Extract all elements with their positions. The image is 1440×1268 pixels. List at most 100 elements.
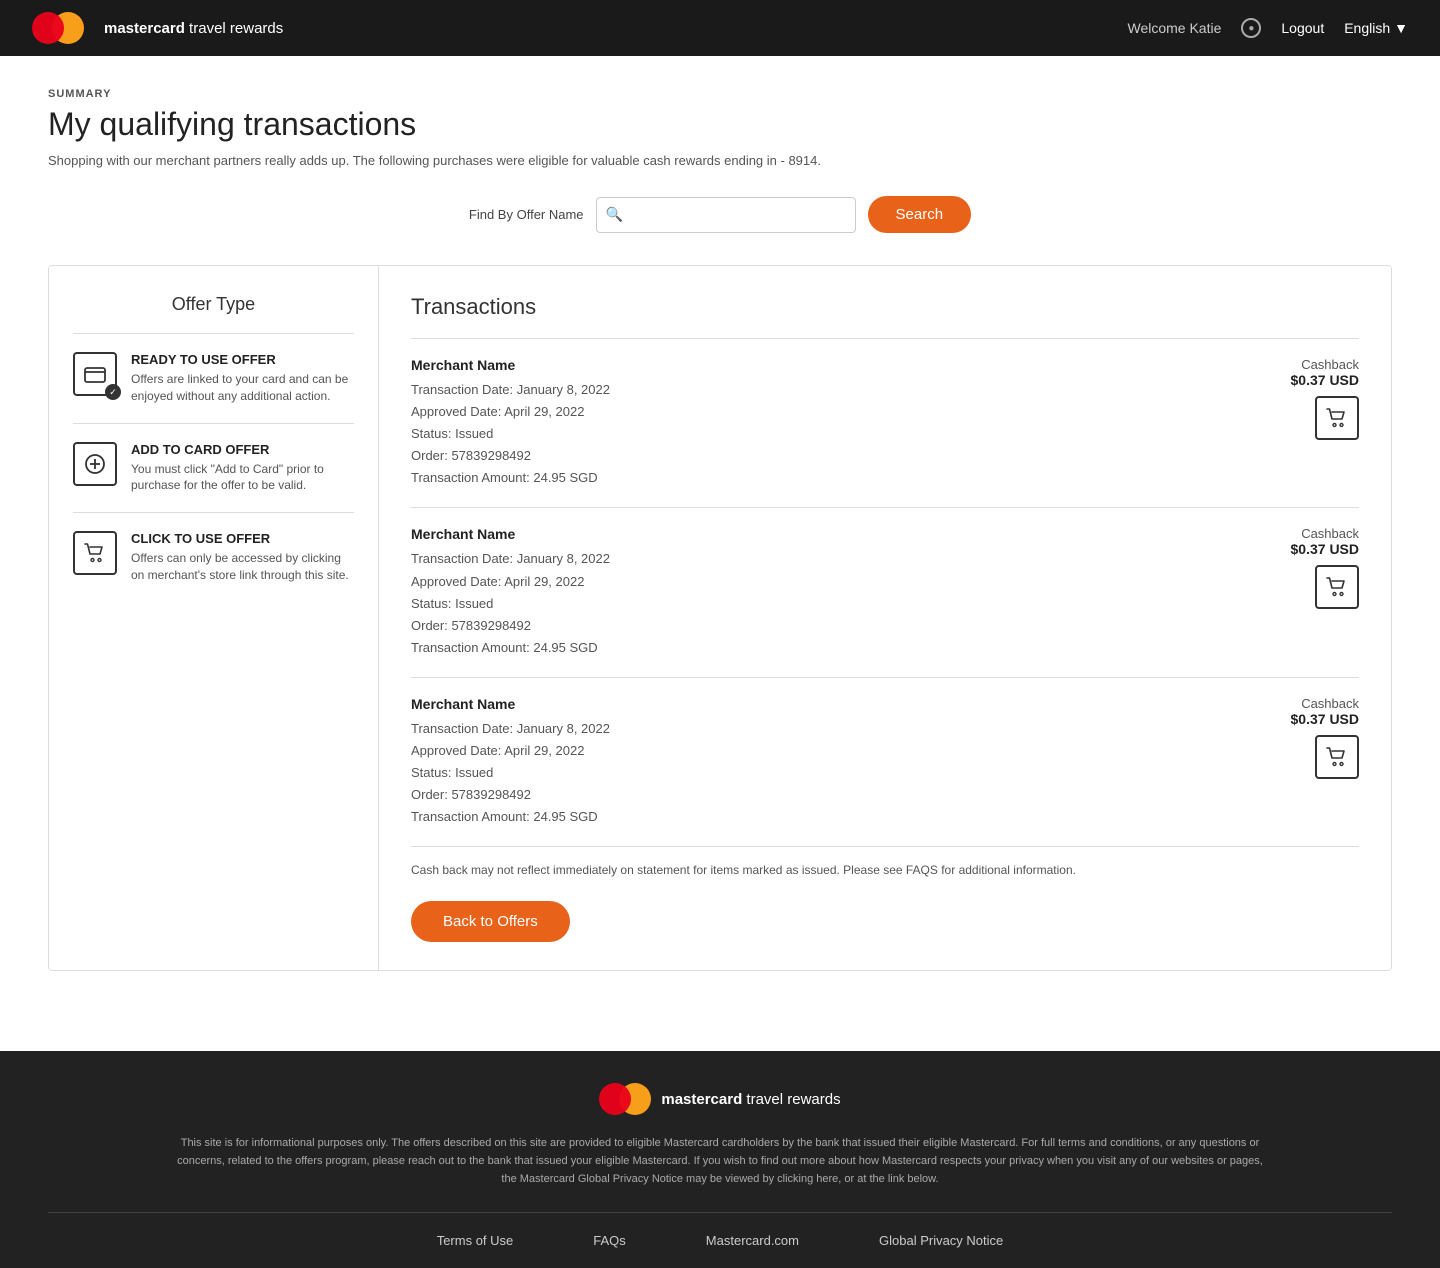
- approved-date-1: Approved Date: April 29, 2022: [411, 404, 584, 419]
- cashback-3: Cashback $0.37 USD: [1291, 696, 1359, 727]
- amount-3: Transaction Amount: 24.95 SGD: [411, 809, 598, 824]
- check-badge-icon: ✓: [105, 384, 121, 400]
- site-header: mastercard travel rewards Welcome Katie …: [0, 0, 1440, 56]
- footer-link-terms[interactable]: Terms of Use: [437, 1233, 514, 1248]
- amount-2: Transaction Amount: 24.95 SGD: [411, 640, 598, 655]
- click-to-use-desc: Offers can only be accessed by clicking …: [131, 550, 354, 584]
- transaction-info-1: Merchant Name Transaction Date: January …: [411, 357, 610, 489]
- footer-links: Terms of Use FAQs Mastercard.com Global …: [48, 1212, 1392, 1268]
- chevron-down-icon: ▼: [1394, 20, 1408, 36]
- cashback-label-3: Cashback: [1291, 696, 1359, 711]
- transaction-info-2: Merchant Name Transaction Date: January …: [411, 526, 610, 658]
- user-icon: ●: [1241, 18, 1261, 38]
- cashback-note: Cash back may not reflect immediately on…: [411, 863, 1359, 877]
- footer-brand-suffix: travel rewards: [742, 1091, 840, 1108]
- table-row: Merchant Name Transaction Date: January …: [411, 678, 1359, 847]
- order-2: Order: 57839298492: [411, 618, 531, 633]
- ready-to-use-icon: ✓: [73, 352, 117, 396]
- cart-icon-3: [1315, 735, 1359, 779]
- status-1: Status: Issued: [411, 426, 493, 441]
- main-content: SUMMARY My qualifying transactions Shopp…: [0, 56, 1440, 1003]
- click-to-use-text: CLICK TO USE OFFER Offers can only be ac…: [131, 531, 354, 584]
- cashback-amount-1: $0.37 USD: [1291, 372, 1359, 388]
- transaction-right-2: Cashback $0.37 USD: [1291, 526, 1359, 609]
- ready-to-use-desc: Offers are linked to your card and can b…: [131, 371, 354, 405]
- welcome-text: Welcome Katie: [1127, 20, 1221, 36]
- approved-date-3: Approved Date: April 29, 2022: [411, 743, 584, 758]
- panel-row: Offer Type ✓ READY TO USE OFFER Offers a…: [48, 265, 1392, 971]
- click-to-use-name: CLICK TO USE OFFER: [131, 531, 354, 546]
- merchant-name-1: Merchant Name: [411, 357, 610, 373]
- language-selector[interactable]: English ▼: [1344, 20, 1408, 36]
- ready-to-use-text: READY TO USE OFFER Offers are linked to …: [131, 352, 354, 405]
- offer-item-click: CLICK TO USE OFFER Offers can only be ac…: [73, 531, 354, 584]
- header-logo-section: mastercard travel rewards: [32, 12, 283, 44]
- transaction-date-2: Transaction Date: January 8, 2022: [411, 551, 610, 566]
- logout-button[interactable]: Logout: [1281, 20, 1324, 36]
- add-to-card-desc: You must click "Add to Card" prior to pu…: [131, 461, 354, 495]
- footer-logo: mastercard travel rewards: [48, 1083, 1392, 1115]
- add-to-card-name: ADD TO CARD OFFER: [131, 442, 354, 457]
- offer-type-panel: Offer Type ✓ READY TO USE OFFER Offers a…: [49, 266, 379, 970]
- footer-link-faqs[interactable]: FAQs: [593, 1233, 626, 1248]
- brand-suffix: travel rewards: [185, 20, 283, 37]
- cart-icon-2: [1315, 565, 1359, 609]
- transaction-date-1: Transaction Date: January 8, 2022: [411, 382, 610, 397]
- cashback-1: Cashback $0.37 USD: [1291, 357, 1359, 388]
- brand-bold: mastercard: [104, 20, 185, 37]
- table-row: Merchant Name Transaction Date: January …: [411, 508, 1359, 677]
- mc-red-circle: [32, 12, 64, 44]
- order-1: Order: 57839298492: [411, 448, 531, 463]
- search-label: Find By Offer Name: [469, 207, 584, 222]
- add-to-card-text: ADD TO CARD OFFER You must click "Add to…: [131, 442, 354, 495]
- page-subtitle: Shopping with our merchant partners real…: [48, 153, 1392, 168]
- footer-brand-name: mastercard travel rewards: [661, 1091, 840, 1108]
- approved-date-2: Approved Date: April 29, 2022: [411, 574, 584, 589]
- transaction-right-1: Cashback $0.37 USD: [1291, 357, 1359, 440]
- header-nav: Welcome Katie ● Logout English ▼: [1127, 18, 1408, 38]
- search-icon: 🔍: [606, 206, 623, 223]
- site-footer: mastercard travel rewards This site is f…: [0, 1051, 1440, 1268]
- cashback-amount-3: $0.37 USD: [1291, 711, 1359, 727]
- ready-divider: [73, 423, 354, 424]
- status-2: Status: Issued: [411, 596, 493, 611]
- add-divider: [73, 512, 354, 513]
- merchant-name-3: Merchant Name: [411, 696, 610, 712]
- search-button[interactable]: Search: [868, 196, 972, 233]
- offer-item-ready: ✓ READY TO USE OFFER Offers are linked t…: [73, 352, 354, 405]
- merchant-name-2: Merchant Name: [411, 526, 610, 542]
- footer-disclaimer: This site is for informational purposes …: [170, 1135, 1270, 1188]
- transaction-right-3: Cashback $0.37 USD: [1291, 696, 1359, 779]
- cart-icon-1: [1315, 396, 1359, 440]
- transactions-title: Transactions: [411, 294, 1359, 320]
- mastercard-logo: [32, 12, 84, 44]
- offer-type-divider: [73, 333, 354, 334]
- click-to-use-icon: [73, 531, 117, 575]
- search-input-wrap: 🔍: [596, 197, 856, 233]
- add-to-card-icon: [73, 442, 117, 486]
- cashback-label-2: Cashback: [1291, 526, 1359, 541]
- back-to-offers-button[interactable]: Back to Offers: [411, 901, 570, 942]
- ready-to-use-name: READY TO USE OFFER: [131, 352, 354, 367]
- brand-name: mastercard travel rewards: [104, 20, 283, 37]
- footer-link-mastercard[interactable]: Mastercard.com: [706, 1233, 799, 1248]
- transaction-info-3: Merchant Name Transaction Date: January …: [411, 696, 610, 828]
- page-title: My qualifying transactions: [48, 106, 1392, 143]
- status-3: Status: Issued: [411, 765, 493, 780]
- search-input[interactable]: [596, 197, 856, 233]
- search-bar: Find By Offer Name 🔍 Search: [48, 196, 1392, 233]
- language-label: English: [1344, 20, 1390, 36]
- footer-link-privacy[interactable]: Global Privacy Notice: [879, 1233, 1003, 1248]
- offer-type-title: Offer Type: [73, 294, 354, 315]
- transaction-date-3: Transaction Date: January 8, 2022: [411, 721, 610, 736]
- cashback-label-1: Cashback: [1291, 357, 1359, 372]
- table-row: Merchant Name Transaction Date: January …: [411, 339, 1359, 508]
- transactions-panel: Transactions Merchant Name Transaction D…: [379, 266, 1391, 970]
- cashback-amount-2: $0.37 USD: [1291, 541, 1359, 557]
- summary-label: SUMMARY: [48, 88, 1392, 100]
- order-3: Order: 57839298492: [411, 787, 531, 802]
- offer-item-add: ADD TO CARD OFFER You must click "Add to…: [73, 442, 354, 495]
- footer-brand-bold: mastercard: [661, 1091, 742, 1108]
- amount-1: Transaction Amount: 24.95 SGD: [411, 470, 598, 485]
- cashback-2: Cashback $0.37 USD: [1291, 526, 1359, 557]
